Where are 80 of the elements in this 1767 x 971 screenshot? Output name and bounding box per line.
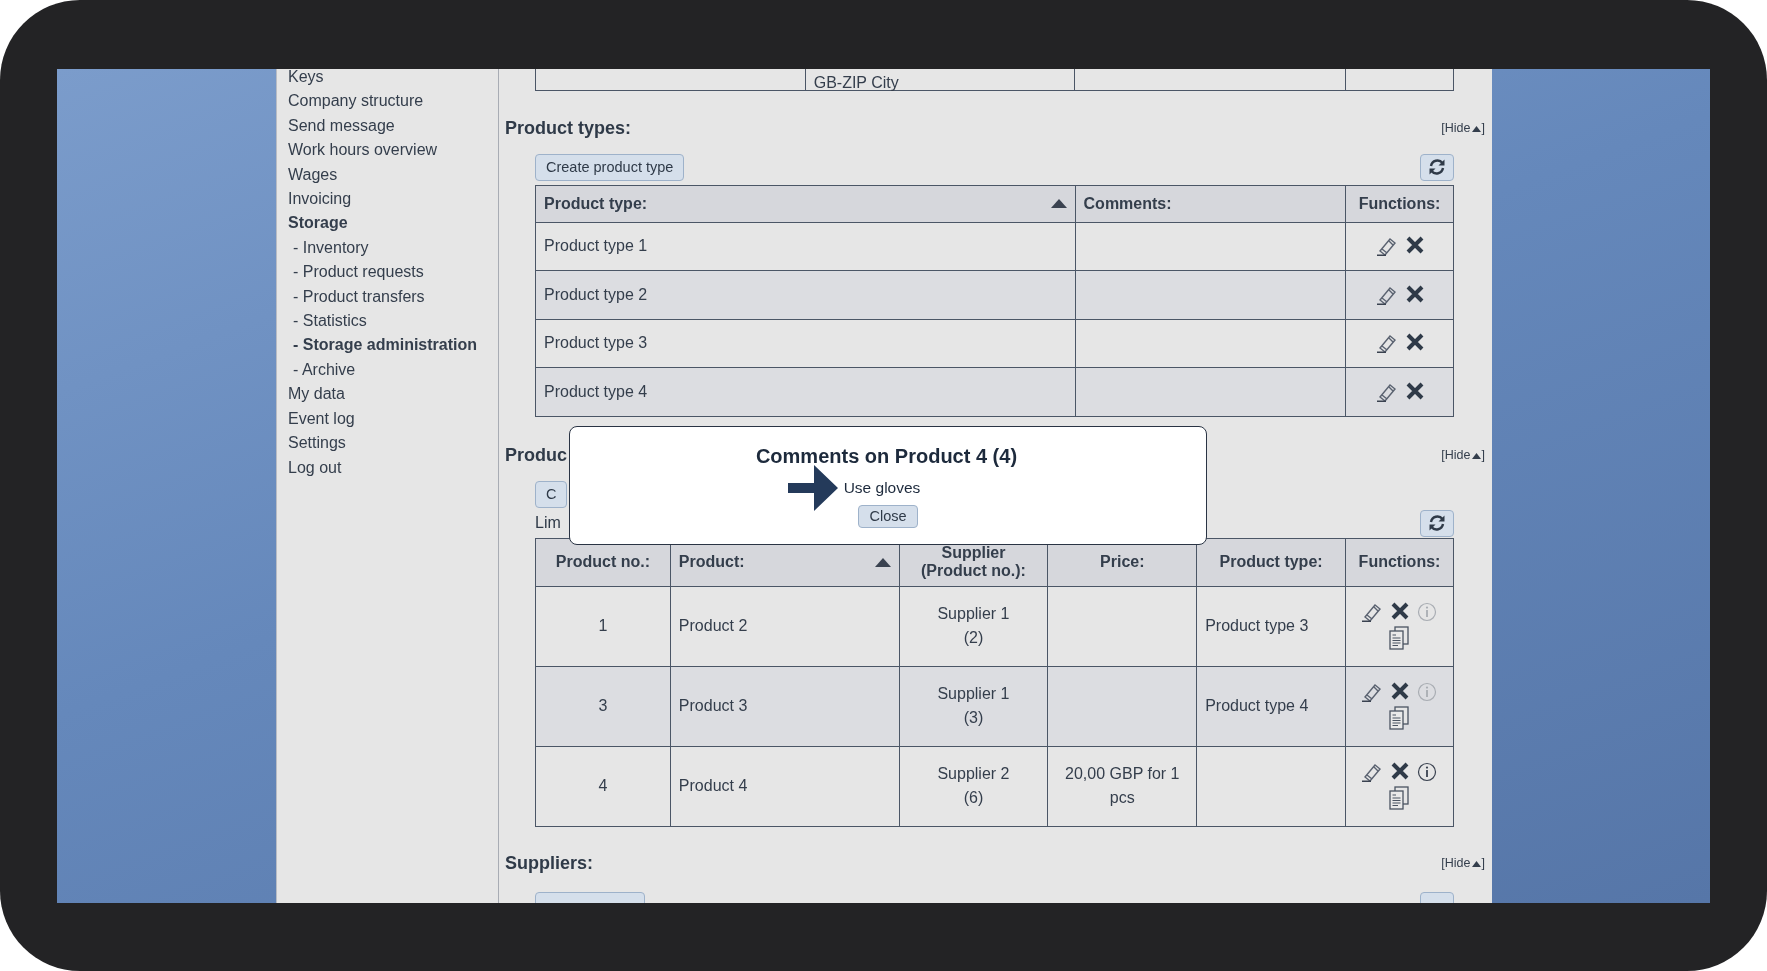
table-cell: 4 [598,777,608,794]
pencil-icon [1375,236,1398,257]
arrow-right-icon [787,465,838,511]
table-cell-text: Supplier 1 [936,684,1011,704]
delete-icon [1405,381,1424,400]
table-cell-text: (6) [962,788,985,808]
column-header: Product type: [1219,553,1323,570]
sidebar-item[interactable]: - Statistics [288,309,498,334]
delete-icon [1405,284,1424,303]
table-cell: Product type 1 [544,237,648,255]
sidebar-item[interactable]: Company structure [288,89,498,114]
table-cell: 3 [598,697,608,714]
sidebar-item[interactable]: Send message [288,113,498,139]
copy-icon [1389,626,1410,650]
column-header: Product: [678,553,745,571]
delete-icon [1391,762,1410,780]
column-header: Product no.: [555,553,651,570]
refresh-button[interactable] [1420,153,1454,181]
pencil-icon [1375,333,1398,354]
table-cell: Product type 2 [544,285,648,303]
sidebar-item[interactable]: My data [288,382,498,407]
column-header: Comments: [1083,194,1172,212]
delete-icon [1391,682,1410,700]
sidebar-item[interactable]: Keys [288,69,498,90]
delete-icon [1391,602,1410,620]
sidebar-item[interactable]: - Product transfers [288,284,498,310]
table-cell-text: (3) [962,708,985,728]
sidebar-item[interactable]: Wages [288,162,498,188]
refresh-button[interactable] [1420,509,1454,537]
sidebar-item[interactable]: Settings [288,431,498,456]
sidebar-item[interactable]: Log out [288,455,498,480]
create-button[interactable]: Create product type [535,153,685,181]
sidebar-item[interactable]: Event log [288,406,498,432]
sidebar-item[interactable]: - Inventory [288,235,498,261]
pencil-icon [1375,381,1398,402]
close-button[interactable]: Close [858,505,918,528]
limit-text: Lim [535,513,561,533]
column-header: Supplier (Product no.): [921,544,1026,579]
section-title: Produc [505,444,567,467]
sidebar-item[interactable]: - Archive [288,357,498,383]
table-cell: Product type 4 [544,382,648,400]
table-cell: 1 [598,617,608,634]
column-header: Product type: [544,193,648,214]
table-cell: GB-ZIP City [813,73,899,91]
table-cell: Product type 3 [1205,617,1309,634]
sidebar-item[interactable]: - Storage administration [288,333,498,358]
table-cell: Product 4 [678,777,748,794]
copy-icon [1389,706,1410,730]
caret-up-icon [1471,860,1481,867]
create-button[interactable]: C [535,480,568,508]
column-header: Functions: [1358,553,1441,570]
table-cell-text: Supplier 1 [936,604,1011,624]
table-cell-text: Supplier 2 [936,764,1011,784]
hide-link[interactable]: [Hide ] [1441,119,1485,138]
dialog-title: Comments on Product 4 (4) [755,444,1018,469]
delete-icon [1405,236,1424,255]
sidebar-item[interactable]: Invoicing [288,187,498,212]
delete-icon [1405,333,1424,352]
refresh-icon [1428,514,1446,532]
hide-link[interactable]: [Hide ] [1441,854,1485,873]
table-cell: Product type 3 [544,334,648,352]
comment-text: Use gloves [843,478,921,499]
table-cell: Product 2 [678,617,748,634]
copy-icon [1389,786,1410,810]
refresh-icon [1428,158,1446,176]
table-cell: Product 3 [678,697,748,714]
sidebar-item[interactable]: Work hours overview [288,138,498,163]
hide-link[interactable]: [Hide ] [1441,446,1485,465]
table-cell: Product type 4 [1205,697,1309,714]
caret-up-icon [1471,452,1481,459]
section-title: Product types: [505,117,632,140]
caret-up-icon [1471,125,1481,132]
table-cell-text: (2) [962,628,985,648]
sidebar-item[interactable]: - Product requests [288,260,498,285]
column-header: Functions: [1358,194,1441,212]
column-header: Price: [1100,553,1145,570]
pencil-icon [1375,284,1398,305]
sidebar-item[interactable]: Storage [288,211,498,236]
section-title: Suppliers: [505,852,593,875]
table-cell: 20,00 GBP for 1 pcs [1065,765,1180,806]
